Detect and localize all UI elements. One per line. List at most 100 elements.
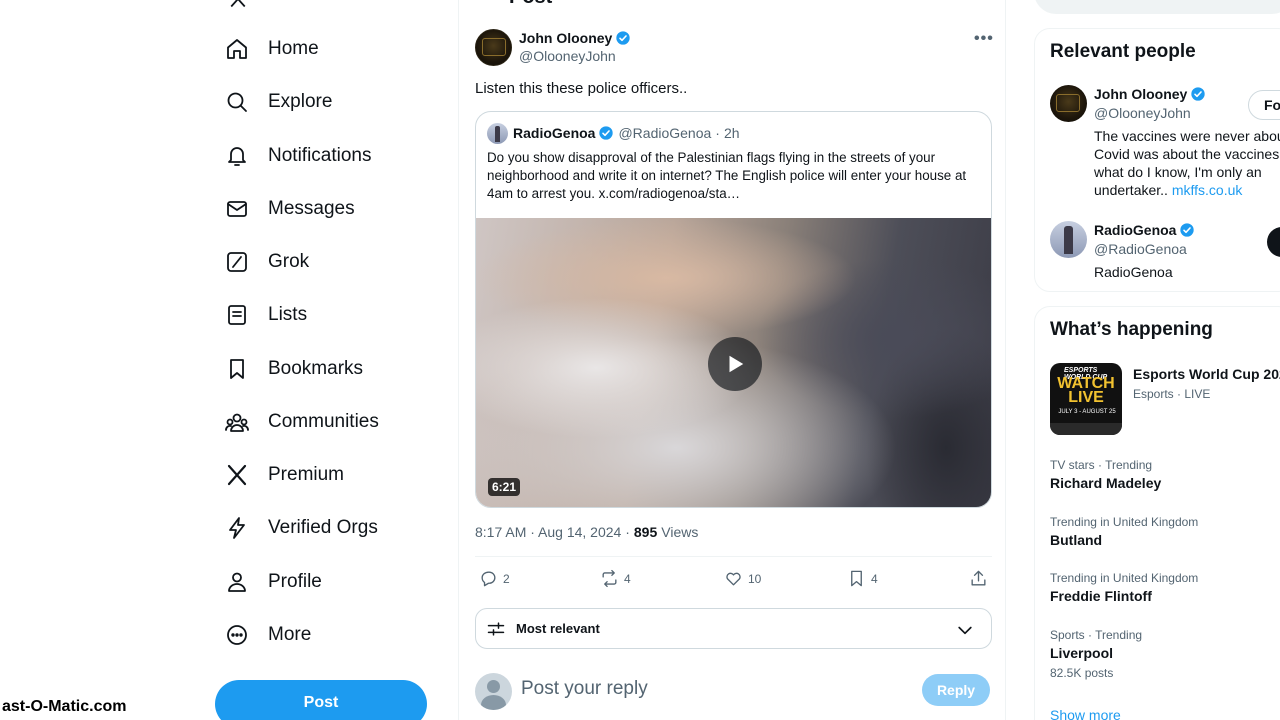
person-avatar[interactable]	[1050, 221, 1087, 258]
person-handle[interactable]: @RadioGenoa	[1094, 241, 1187, 257]
quoted-post[interactable]: RadioGenoa @RadioGenoa · 2h Do you show …	[475, 111, 992, 508]
bookmark-count: 4	[871, 571, 878, 586]
repost-action[interactable]: 4	[600, 569, 631, 588]
follow-button[interactable]: Fol	[1248, 90, 1280, 120]
views-count: 895	[633, 524, 658, 540]
trend-title[interactable]: Freddie Flintoff	[1050, 588, 1152, 604]
trend-title[interactable]: Butland	[1050, 532, 1102, 548]
people-icon	[222, 407, 252, 437]
trend-category: Trending in United Kingdom	[1050, 515, 1199, 529]
person-name[interactable]: John Olooney	[1094, 86, 1206, 102]
nav-communities-label: Communities	[268, 411, 379, 432]
nav-home[interactable]: Home	[222, 27, 319, 71]
quoted-text: Do you show disapproval of the Palestini…	[487, 150, 967, 201]
envelope-icon	[222, 194, 252, 224]
watermark-text: ast-O-Matic.com	[0, 697, 129, 717]
verified-badge-icon	[1191, 87, 1206, 101]
search-input[interactable]	[1034, 0, 1280, 14]
nav-premium-label: Premium	[268, 464, 345, 485]
grok-icon	[222, 247, 252, 277]
author-avatar[interactable]	[475, 29, 512, 66]
search-icon	[222, 87, 252, 117]
nav-lists[interactable]: Lists	[222, 293, 307, 337]
main-column: Post John Olooney @OlooneyJohn ••• Liste…	[458, 0, 1006, 720]
more-options-icon[interactable]: •••	[974, 30, 994, 48]
trend-image[interactable]: ESPORTS WORLD CUP WATCH LIVE JULY 3 - AU…	[1050, 363, 1122, 435]
repost-count: 4	[624, 571, 631, 586]
verified-badge-icon	[1180, 223, 1195, 237]
bell-icon	[222, 141, 252, 171]
whats-happening-title: What’s happening	[1050, 319, 1213, 340]
nav-profile-label: Profile	[268, 571, 322, 592]
nav-home-label: Home	[268, 38, 319, 59]
nav-bookmarks-label: Bookmarks	[268, 358, 364, 379]
play-icon	[729, 355, 744, 373]
reply-button[interactable]: Reply	[922, 674, 990, 706]
person-avatar[interactable]	[1050, 85, 1087, 122]
list-icon	[222, 300, 252, 330]
repost-icon	[602, 569, 617, 588]
follow-button[interactable]	[1267, 227, 1280, 257]
quoted-time: 2h	[723, 125, 740, 141]
trend-image-dates: JULY 3 - AUGUST 25	[1058, 409, 1116, 415]
nav-grok[interactable]: Grok	[222, 240, 309, 284]
post-button[interactable]: Post	[215, 680, 427, 720]
bookmark-icon	[851, 570, 862, 587]
nav-communities[interactable]: Communities	[222, 400, 379, 444]
right-sidebar: Relevant people John Olooney @OlooneyJoh…	[1006, 0, 1280, 720]
like-count: 10	[748, 571, 762, 586]
trend-image-headline: WATCH LIVE	[1057, 375, 1115, 406]
person-bio-link[interactable]: mkffs.co.uk	[1172, 182, 1243, 198]
reply-icon	[481, 571, 496, 587]
post-meta: 8:17 AM · Aug 14, 2024 · 895 Views	[475, 524, 698, 540]
nav-verified-orgs[interactable]: Verified Orgs	[222, 506, 378, 550]
nav-lists-label: Lists	[268, 304, 308, 325]
chevron-down-icon	[958, 626, 972, 635]
video-player[interactable]: 6:21	[476, 218, 991, 507]
person-handle[interactable]: @OlooneyJohn	[1094, 105, 1191, 121]
x-logo-icon	[222, 460, 252, 490]
share-action[interactable]	[969, 569, 988, 588]
sliders-icon	[487, 621, 505, 636]
trend-title[interactable]: Liverpool	[1050, 645, 1113, 661]
page-title: Post	[509, 0, 552, 9]
nav-profile[interactable]: Profile	[222, 560, 322, 604]
nav-verified-orgs-label: Verified Orgs	[268, 517, 378, 538]
like-action[interactable]: 10	[724, 569, 761, 588]
reply-input[interactable]: Post your reply	[521, 678, 648, 700]
show-more-link[interactable]: Show more	[1050, 707, 1121, 720]
whats-happening-panel: What’s happening ESPORTS WORLD CUP WATCH…	[1034, 306, 1280, 720]
quoted-avatar	[487, 123, 508, 144]
person-bio: The vaccines were never about Covid was …	[1094, 127, 1280, 199]
person-name-text: John Olooney	[1094, 86, 1188, 102]
nav-notifications[interactable]: Notifications	[222, 134, 372, 178]
reply-action[interactable]: 2	[479, 569, 510, 588]
person-name[interactable]: RadioGenoa	[1094, 222, 1195, 238]
verified-badge-icon	[616, 31, 631, 45]
trend-category: Trending in United Kingdom	[1050, 571, 1199, 585]
divider	[475, 556, 992, 557]
author-handle[interactable]: @OlooneyJohn	[519, 48, 616, 64]
nav-messages[interactable]: Messages	[222, 187, 355, 231]
reply-sort-dropdown[interactable]: Most relevant	[475, 608, 992, 649]
nav-notifications-label: Notifications	[268, 145, 372, 166]
quoted-header: RadioGenoa @RadioGenoa · 2h	[513, 125, 740, 141]
play-button[interactable]	[708, 337, 762, 391]
trend-category: Sports · Trending	[1050, 628, 1143, 642]
nav-premium[interactable]: Premium	[222, 453, 344, 497]
x-logo-icon[interactable]	[226, 0, 250, 8]
author-name[interactable]: John Olooney	[519, 30, 631, 46]
post-timestamp[interactable]: 8:17 AM · Aug 14, 2024 ·	[475, 524, 630, 540]
nav-more[interactable]: More	[222, 613, 311, 657]
bookmark-action[interactable]: 4	[847, 569, 878, 588]
author-name-text: John Olooney	[519, 30, 613, 46]
trend-title[interactable]: Richard Madeley	[1050, 475, 1161, 491]
nav-bookmarks[interactable]: Bookmarks	[222, 347, 363, 391]
user-avatar	[475, 673, 512, 710]
nav-explore[interactable]: Explore	[222, 80, 332, 124]
trend-title[interactable]: Esports World Cup 202	[1133, 366, 1280, 382]
lightning-icon	[222, 513, 252, 543]
relevant-people-title: Relevant people	[1050, 41, 1196, 62]
person-name-text: RadioGenoa	[1094, 222, 1177, 238]
home-icon	[222, 34, 252, 64]
